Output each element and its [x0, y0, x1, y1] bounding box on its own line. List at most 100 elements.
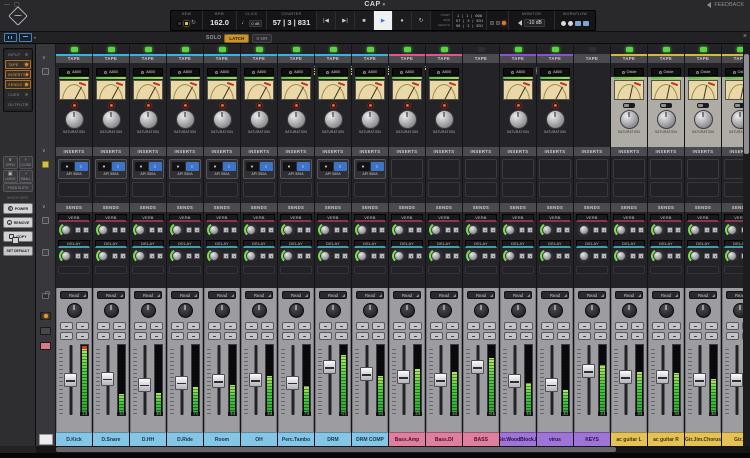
- insert-slot-2[interactable]: [576, 182, 608, 197]
- send-verb-mute-button[interactable]: [157, 227, 163, 233]
- solo-button[interactable]: [207, 332, 221, 340]
- sends-section-header[interactable]: SENDS: [722, 203, 743, 212]
- send-verb-label[interactable]: VERB: [280, 214, 312, 222]
- volume-fader[interactable]: [582, 344, 595, 416]
- automation-mode-button[interactable]: Read: [208, 291, 236, 299]
- send-verb-mute-button[interactable]: [305, 227, 311, 233]
- sends-section-header[interactable]: SENDS: [93, 203, 129, 212]
- mute-button[interactable]: [75, 332, 89, 340]
- metronome-icon[interactable]: ♩: [241, 20, 247, 26]
- send-verb-label[interactable]: VERB: [243, 214, 275, 222]
- fader-cap[interactable]: [360, 367, 373, 382]
- send-delay-pre-button[interactable]: [223, 253, 229, 259]
- send-verb-pre-button[interactable]: [593, 227, 599, 233]
- selection-times[interactable]: 1 | 1 | 000 57 | 3 | 831 56 | 2 | 831: [453, 11, 487, 30]
- solo-button[interactable]: [688, 332, 702, 340]
- send-verb-mute-button[interactable]: [490, 227, 496, 233]
- sends-section-header[interactable]: SENDS: [130, 203, 166, 212]
- inserts-section-header[interactable]: INSERTS: [278, 147, 314, 156]
- input-monitor-button[interactable]: [593, 322, 607, 330]
- send-delay-label[interactable]: DELAY: [169, 240, 201, 248]
- inserts-section-header[interactable]: INSERTS: [167, 147, 203, 156]
- send-verb-knob[interactable]: [281, 223, 295, 237]
- solo-button[interactable]: [392, 332, 406, 340]
- mute-button[interactable]: [112, 332, 126, 340]
- mute-button[interactable]: [186, 332, 200, 340]
- mute-button[interactable]: [630, 332, 644, 340]
- sends-section-header[interactable]: SENDS: [426, 203, 462, 212]
- tape-machine-display[interactable]: A800: [59, 68, 89, 76]
- solo-button[interactable]: [96, 332, 110, 340]
- fader-cap[interactable]: [64, 373, 77, 387]
- send-verb-label[interactable]: VERB: [687, 214, 719, 222]
- tape-machine-display[interactable]: Oxide: [614, 68, 644, 76]
- solo-button[interactable]: [651, 332, 665, 340]
- record-arm-button[interactable]: [281, 322, 295, 330]
- input-monitor-button[interactable]: [149, 322, 163, 330]
- send-delay-knob[interactable]: [281, 249, 295, 263]
- send-delay-label[interactable]: DELAY: [724, 240, 743, 248]
- sends-section-header[interactable]: SENDS: [56, 203, 92, 212]
- insert-slot-1[interactable]: ▼ ≡: [465, 159, 497, 179]
- solo-button[interactable]: [170, 332, 184, 340]
- send-verb-knob[interactable]: [503, 223, 517, 237]
- channel-name[interactable]: D.HH: [130, 432, 166, 446]
- send-verb-pre-button[interactable]: [260, 227, 266, 233]
- send-delay-mute-button[interactable]: [305, 253, 311, 259]
- send-empty-slot[interactable]: [391, 266, 423, 274]
- send-verb-label[interactable]: VERB: [724, 214, 743, 222]
- send-delay-knob[interactable]: [244, 249, 258, 263]
- volume-fader[interactable]: [175, 344, 188, 416]
- remove-modifier-button[interactable]: REMOVE: [3, 217, 33, 228]
- channel-name[interactable]: D.Kick: [56, 432, 92, 446]
- tape-section-header[interactable]: TAPE: [56, 54, 92, 63]
- send-delay-pre-button[interactable]: [149, 253, 155, 259]
- insert-slot-1[interactable]: ▼ ≡: [576, 159, 608, 179]
- send-delay-knob[interactable]: [466, 249, 480, 263]
- insert-edit-icon[interactable]: ≡: [222, 161, 236, 171]
- send-verb-label[interactable]: VERB: [576, 214, 608, 222]
- insert-slot-1[interactable]: ▼ ≡ API 550A: [317, 159, 349, 179]
- sends-section-header[interactable]: SENDS: [648, 203, 684, 212]
- send-delay-knob[interactable]: [96, 249, 110, 263]
- tape-machine-display[interactable]: A800: [207, 68, 237, 76]
- sends-section-header[interactable]: SENDS: [204, 203, 240, 212]
- tape-machine-display[interactable]: A800: [540, 68, 570, 76]
- send-verb-mute-button[interactable]: [379, 227, 385, 233]
- tape-machine-display[interactable]: A800: [318, 68, 348, 76]
- send-verb-pre-button[interactable]: [186, 227, 192, 233]
- send-verb-pre-button[interactable]: [556, 227, 562, 233]
- fader-cap[interactable]: [175, 375, 188, 390]
- tape-machine-display[interactable]: Oxide: [688, 68, 718, 76]
- tape-machine-display[interactable]: A800: [503, 68, 533, 76]
- send-empty-slot[interactable]: [428, 266, 460, 274]
- volume-fader[interactable]: [619, 344, 632, 416]
- insert-slot-1[interactable]: ▼ ≡: [539, 159, 571, 179]
- send-delay-knob[interactable]: [392, 249, 406, 263]
- send-verb-knob[interactable]: [688, 223, 702, 237]
- send-verb-label[interactable]: VERB: [465, 214, 497, 222]
- inserts-section-header[interactable]: INSERTS: [241, 147, 277, 156]
- send-verb-label[interactable]: VERB: [502, 214, 534, 222]
- send-verb-mute-button[interactable]: [194, 227, 200, 233]
- saturation-knob[interactable]: [64, 110, 84, 129]
- mute-button[interactable]: [408, 332, 422, 340]
- send-delay-pre-button[interactable]: [112, 253, 118, 259]
- send-empty-slot[interactable]: [206, 266, 238, 274]
- send-delay-pre-button[interactable]: [75, 253, 81, 259]
- volume-fader[interactable]: [397, 344, 410, 416]
- input-monitor-button[interactable]: [519, 322, 533, 330]
- automation-mode-button[interactable]: Read: [134, 291, 162, 299]
- saturation-knob[interactable]: [434, 110, 454, 129]
- send-verb-mute-button[interactable]: [527, 227, 533, 233]
- inserts-section-header[interactable]: INSERTS: [352, 147, 388, 156]
- send-delay-mute-button[interactable]: [638, 253, 644, 259]
- insert-edit-icon[interactable]: ≡: [296, 161, 310, 171]
- send-verb-label[interactable]: VERB: [428, 214, 460, 222]
- automation-mode-button[interactable]: Read: [356, 291, 384, 299]
- tape-section-header[interactable]: TAPE: [204, 54, 240, 63]
- inserts-section-header[interactable]: INSERTS: [93, 147, 129, 156]
- record-arm-button[interactable]: [577, 322, 591, 330]
- saturation-knob[interactable]: [249, 110, 269, 129]
- send-verb-pre-button[interactable]: [482, 227, 488, 233]
